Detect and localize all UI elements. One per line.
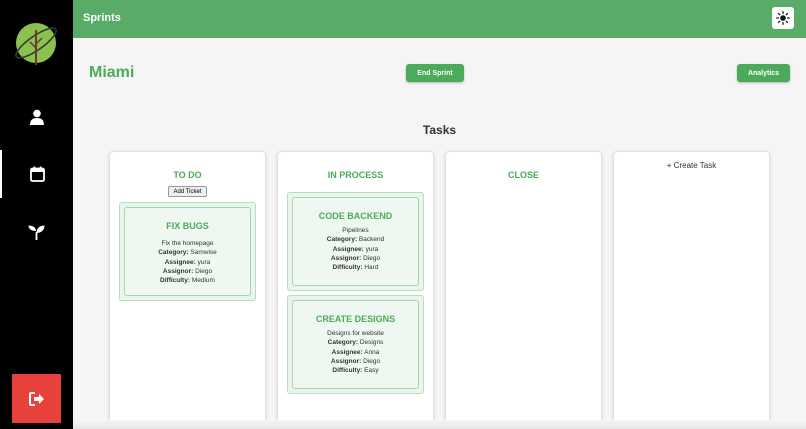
task-category: Category: Backend — [326, 236, 385, 244]
nav-item-growth[interactable] — [0, 208, 73, 256]
task-description: Designs for website — [327, 330, 384, 337]
task-difficulty: Difficulty: Medium — [160, 277, 215, 285]
sun-icon — [776, 11, 790, 25]
tasks-heading: Tasks — [422, 123, 457, 137]
task-details: Designs for website Category: Designs As… — [293, 329, 418, 375]
column-title: CLOSE — [507, 170, 539, 180]
task-title: FIX BUGS — [166, 221, 209, 231]
task-category: Category: Designs — [327, 339, 384, 347]
task-card[interactable]: CREATE DESIGNS Designs for website Categ… — [287, 295, 424, 394]
column-todo: TO DO Add Ticket FIX BUGS Fix the homepa… — [109, 151, 266, 429]
column-title: IN PROCESS — [327, 170, 384, 180]
add-ticket-button[interactable]: Add Ticket — [168, 186, 207, 197]
task-details: Fix the homepage Category: Samwise Assig… — [125, 239, 250, 285]
task-card-inner: CODE BACKEND Pipelines Category: Backend… — [292, 197, 419, 286]
task-description: Pipelines — [342, 227, 369, 234]
planet-tree-logo[interactable] — [12, 18, 62, 68]
user-icon — [29, 109, 44, 125]
sprout-icon — [28, 225, 45, 240]
column-title: TO DO — [173, 170, 202, 180]
task-card[interactable]: CODE BACKEND Pipelines Category: Backend… — [287, 192, 424, 291]
top-bar: Sprints — [73, 0, 806, 38]
sprint-name: Miami — [89, 64, 135, 81]
column-in-process: IN PROCESS CODE BACKEND Pipelines Catego… — [277, 151, 434, 429]
column-create-task: + Create Task — [613, 151, 770, 429]
logout-button[interactable] — [12, 374, 61, 423]
end-sprint-button[interactable]: End Sprint — [406, 64, 464, 82]
create-task-link[interactable]: + Create Task — [614, 161, 769, 170]
task-title: CREATE DESIGNS — [315, 314, 396, 324]
task-card-inner: CREATE DESIGNS Designs for website Categ… — [292, 300, 419, 389]
task-difficulty: Difficulty: Easy — [332, 367, 379, 375]
nav-item-sprints[interactable] — [0, 150, 73, 198]
logout-icon — [28, 391, 44, 406]
task-assignor: Assignor: Diego — [330, 254, 381, 262]
task-assignee: Assignee: Anna — [331, 348, 380, 356]
nav-item-profile[interactable] — [0, 93, 73, 141]
task-assignor: Assignor: Diego — [330, 357, 381, 365]
task-assignor: Assignor: Diego — [162, 267, 213, 275]
task-title: CODE BACKEND — [318, 211, 393, 221]
task-description: Fix the homepage — [161, 240, 214, 247]
analytics-button[interactable]: Analytics — [737, 64, 790, 82]
task-card-inner: FIX BUGS Fix the homepage Category: Samw… — [124, 207, 251, 296]
task-details: Pipelines Category: Backend Assignee: yu… — [293, 226, 418, 272]
main-content: Miami End Sprint Analytics Tasks TO DO A… — [73, 38, 806, 429]
task-difficulty: Difficulty: Hard — [332, 264, 379, 272]
calendar-icon — [30, 166, 45, 182]
theme-toggle-button[interactable] — [772, 7, 794, 29]
task-category: Category: Samwise — [158, 249, 217, 257]
column-close: CLOSE — [445, 151, 602, 429]
task-assignee: Assignee: yura — [332, 245, 379, 253]
page-title: Sprints — [83, 12, 121, 24]
task-assignee: Assignee: yura — [164, 258, 211, 266]
sidebar — [0, 0, 73, 429]
bottom-shadow — [73, 420, 806, 429]
task-card[interactable]: FIX BUGS Fix the homepage Category: Samw… — [119, 202, 256, 301]
